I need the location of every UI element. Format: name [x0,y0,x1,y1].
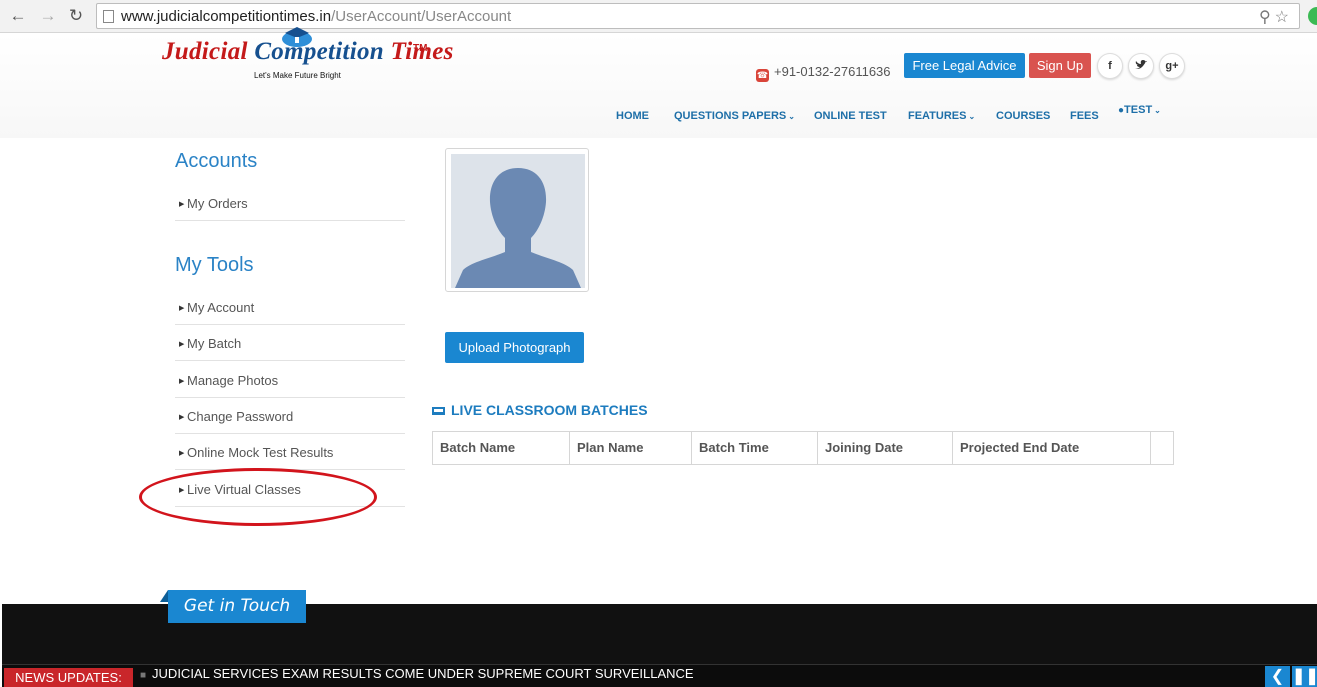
column-header-batch-time[interactable]: Batch Time [692,432,818,464]
column-header-projected-end-date[interactable]: Projected End Date [953,432,1151,464]
bullet-icon: ■ [140,670,147,681]
zoom-icon[interactable]: ⚲ [1259,9,1275,26]
sidebar-item-change-password[interactable]: ▶ Change Password [175,398,405,434]
address-bar[interactable]: www.judicialcompetitiontimes.in/UserAcco… [96,3,1300,29]
sidebar-item-my-account[interactable]: ▶ My Account [175,289,405,325]
silhouette-icon [451,154,585,288]
sidebar-item-label: My Account [187,300,255,315]
browser-toolbar: ← → ↻ www.judicialcompetitiontimes.in/Us… [0,0,1317,33]
chevron-down-icon: ⌄ [1154,106,1161,115]
batches-table: Batch Name Plan Name Batch Time Joining … [432,431,1174,465]
section-title-text: LIVE CLASSROOM BATCHES [451,402,648,418]
chevron-down-icon: ⌄ [968,112,976,121]
twitter-icon[interactable] [1128,53,1154,79]
sidebar-item-manage-photos[interactable]: ▶ Manage Photos [175,362,405,398]
my-tools-heading: My Tools [175,254,254,276]
facebook-icon[interactable]: f [1097,53,1123,79]
nav-questions-papers-label: QUESTIONS PAPERS [674,110,787,122]
phone-text: +91-0132-27611636 [774,64,891,79]
star-icon[interactable]: ☆ [1275,9,1293,26]
url-domain: www.judicialcompetitiontimes.in [121,8,332,25]
nav-home[interactable]: HOME [616,110,649,122]
page-icon [103,10,114,23]
column-header-joining-date[interactable]: Joining Date [818,432,953,464]
ribbon-fold [160,590,168,602]
phone-number: ☎ +91-0132-27611636 [756,64,891,82]
previous-news-button[interactable]: ❮ [1265,666,1290,687]
upload-photograph-button[interactable]: Upload Photograph [445,332,584,363]
annotation-ellipse [139,468,377,526]
caret-right-icon: ▶ [179,378,185,385]
column-header-plan-name[interactable]: Plan Name [570,432,692,464]
avatar [451,154,585,288]
pause-news-button[interactable]: ❚❚ [1292,666,1317,687]
nav-courses[interactable]: COURSES [996,110,1050,122]
caret-right-icon: ▶ [179,450,185,457]
sidebar-item-my-orders[interactable]: ▶ My Orders [175,185,405,221]
column-header-batch-name[interactable]: Batch Name [433,432,570,464]
nav-user-menu[interactable]: ●TEST ⌄ [1118,104,1161,116]
sidebar-item-label: My Batch [187,336,242,351]
nav-online-test[interactable]: ONLINE TEST [814,110,887,122]
nav-features[interactable]: FEATURES ⌄ [908,110,975,122]
sidebar-item-label: Online Mock Test Results [187,445,334,460]
profile-photo [445,148,589,292]
url-path: /UserAccount/UserAccount [331,8,512,25]
nav-fees[interactable]: FEES [1070,110,1099,122]
forward-arrow-icon[interactable]: → [38,5,58,27]
free-legal-advice-button[interactable]: Free Legal Advice [904,53,1025,78]
chevron-down-icon: ⌄ [788,112,795,121]
extension-icon[interactable] [1308,7,1317,25]
reload-icon[interactable]: ↻ [66,5,86,27]
caret-right-icon: ▶ [179,201,185,208]
nav-features-label: FEATURES [908,110,967,122]
url-actions: ⚲☆ [1259,7,1293,27]
logo-word-judicial: Judicial [162,38,248,65]
sidebar-item-label: My Orders [187,196,248,211]
sidebar-item-label: Manage Photos [187,373,279,388]
back-arrow-icon[interactable]: ← [8,5,28,27]
url-text: www.judicialcompetitiontimes.in/UserAcco… [121,8,511,25]
logo-tagline: Let's Make Future Bright [254,71,341,80]
caret-right-icon: ▶ [179,305,185,312]
sidebar-item-label: Change Password [187,409,294,424]
accounts-heading: Accounts [175,150,258,172]
live-classroom-batches-title: LIVE CLASSROOM BATCHES [432,402,648,418]
news-updates-label: NEWS UPDATES: [4,668,133,687]
caret-right-icon: ▶ [179,341,185,348]
sidebar-item-online-mock-test-results[interactable]: ▶ Online Mock Test Results [175,434,405,470]
phone-icon: ☎ [756,69,769,82]
laptop-icon [432,407,445,415]
sidebar-item-my-batch[interactable]: ▶ My Batch [175,325,405,361]
caret-right-icon: ▶ [179,414,185,421]
nav-questions-papers[interactable]: QUESTIONS PAPERS ⌄ [674,110,795,122]
trademark: TM [413,43,428,54]
get-in-touch-banner: Get in Touch [168,590,306,623]
graduation-cap-icon [282,27,312,47]
sign-up-button[interactable]: Sign Up [1029,53,1091,78]
google-plus-icon[interactable]: g+ [1159,53,1185,79]
news-item[interactable]: ■ JUDICIAL SERVICES EXAM RESULTS COME UND… [140,666,694,681]
nav-user-label: TEST [1124,104,1153,116]
news-item-text: JUDICIAL SERVICES EXAM RESULTS COME UNDE… [152,666,694,681]
logo-word-competition: Competition [254,38,385,65]
site-logo[interactable]: Judicial Competition Times TM Let's Make… [162,27,454,80]
